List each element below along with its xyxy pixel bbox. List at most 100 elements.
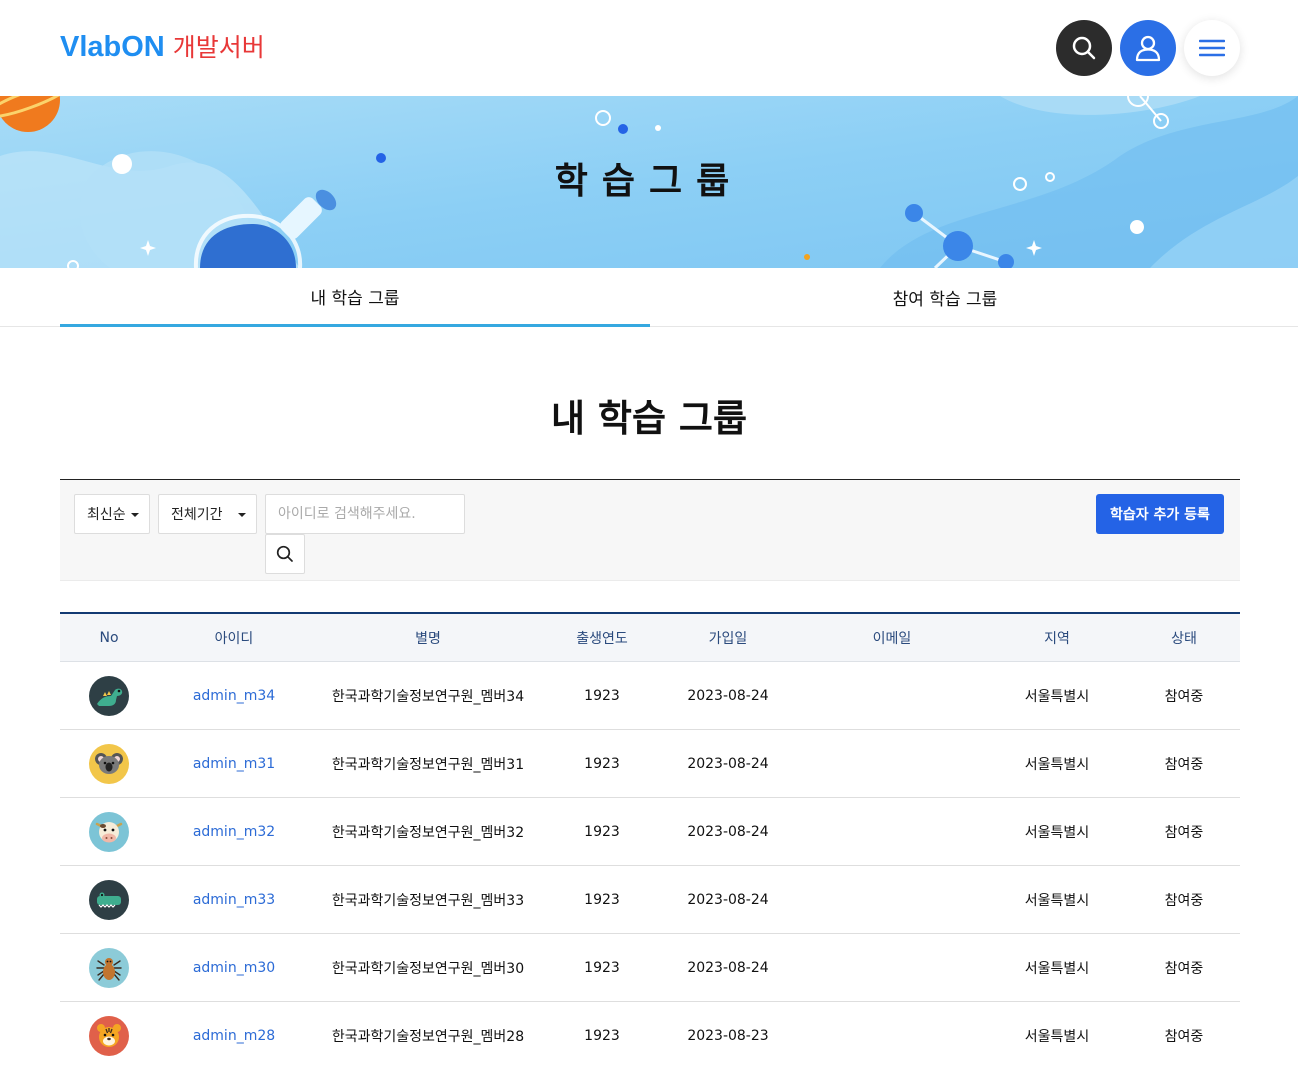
logo-brand: VlabON [60, 31, 165, 63]
site-logo[interactable]: VlabON 개발서버 [60, 28, 265, 64]
member-id-link[interactable]: admin_m28 [193, 1028, 275, 1044]
table-row[interactable]: admin_m30 한국과학기술정보연구원_멤버30 1923 2023-08-… [60, 934, 1240, 1002]
member-region: 서울특별시 [1024, 688, 1090, 705]
crocodile-icon [97, 892, 121, 908]
header-user-button[interactable] [1120, 20, 1176, 76]
member-join-date: 2023-08-24 [687, 959, 769, 976]
member-region: 서울특별시 [1024, 892, 1090, 909]
filter-bar: 최신순 전체기간 학습자 추가 등록 [60, 479, 1240, 581]
avatar-cell [60, 730, 158, 797]
avatar-cell [60, 866, 158, 933]
add-learner-button[interactable]: 학습자 추가 등록 [1096, 494, 1224, 534]
table-row[interactable]: admin_m33 한국과학기술정보연구원_멤버33 1923 2023-08-… [60, 866, 1240, 934]
member-birth-year: 1923 [584, 1027, 620, 1044]
member-region: 서울특별시 [1024, 1028, 1090, 1045]
cow-icon [95, 821, 123, 842]
site-header: VlabON 개발서버 [0, 0, 1298, 96]
member-id-link[interactable]: admin_m32 [193, 824, 275, 840]
header-search-button[interactable] [1056, 20, 1112, 76]
logo-server-label: 개발서버 [172, 33, 265, 62]
member-id-link[interactable]: admin_m33 [193, 892, 275, 908]
column-header-status: 상태 [1171, 630, 1197, 647]
column-header-email: 이메일 [872, 630, 912, 647]
member-email [798, 730, 986, 797]
hamburger-menu-icon [1199, 39, 1225, 57]
member-nickname: 한국과학기술정보연구원_멤버34 [331, 688, 525, 705]
sort-order-select[interactable]: 최신순 [74, 494, 150, 534]
member-email [798, 662, 986, 729]
member-status: 참여중 [1164, 1028, 1204, 1045]
member-region: 서울특별시 [1024, 824, 1090, 841]
member-join-date: 2023-08-24 [687, 823, 769, 840]
column-header-region: 지역 [1044, 630, 1070, 647]
column-header-id: 아이디 [214, 630, 254, 647]
member-nickname: 한국과학기술정보연구원_멤버33 [331, 892, 525, 909]
member-status: 참여중 [1164, 824, 1204, 841]
member-join-date: 2023-08-24 [687, 687, 769, 704]
table-row[interactable]: admin_m34 한국과학기술정보연구원_멤버34 1923 2023-08-… [60, 662, 1240, 730]
column-header-no: No [99, 629, 119, 646]
column-header-birth-year: 출생연도 [576, 630, 628, 647]
avatar [89, 743, 129, 784]
column-header-join-date: 가입일 [708, 630, 748, 647]
member-nickname: 한국과학기술정보연구원_멤버28 [331, 1028, 525, 1045]
table-row[interactable]: admin_m31 한국과학기술정보연구원_멤버31 1923 2023-08-… [60, 730, 1240, 798]
koala-icon [95, 752, 123, 774]
spider-icon [96, 957, 122, 981]
table-row[interactable]: admin_m28 한국과학기술정보연구원_멤버28 1923 2023-08-… [60, 1002, 1240, 1067]
member-id-link[interactable]: admin_m31 [193, 756, 275, 772]
banner-title: 학습그룹 [554, 161, 744, 202]
avatar-cell [60, 662, 158, 729]
period-value: 전체기간 [171, 507, 223, 523]
member-nickname: 한국과학기술정보연구원_멤버31 [331, 756, 525, 773]
member-status: 참여중 [1164, 892, 1204, 909]
table-header: No 아이디 별명 출생연도 가입일 이메일 지역 상태 [60, 614, 1240, 662]
tab-my-study-group[interactable]: 내 학습 그룹 [60, 268, 650, 327]
member-status: 참여중 [1164, 756, 1204, 773]
column-header-nickname: 별명 [415, 630, 441, 647]
header-menu-button[interactable] [1184, 20, 1240, 76]
avatar [89, 1015, 129, 1056]
id-search-input[interactable] [265, 494, 465, 534]
tiger-icon [97, 1023, 121, 1047]
avatar-cell [60, 798, 158, 865]
search-submit-button[interactable] [265, 534, 305, 574]
avatar-cell [60, 934, 158, 1001]
member-birth-year: 1923 [584, 687, 620, 704]
avatar [89, 811, 129, 852]
page-title: 내 학습 그룹 [551, 397, 747, 440]
avatar [89, 879, 129, 920]
search-icon [276, 545, 293, 562]
group-tabs: 내 학습 그룹 참여 학습 그룹 [0, 268, 1298, 327]
dinosaur-icon [97, 688, 123, 706]
member-nickname: 한국과학기술정보연구원_멤버30 [331, 960, 525, 977]
sort-order-value: 최신순 [87, 507, 126, 523]
period-select[interactable]: 전체기간 [158, 494, 257, 534]
member-email [798, 934, 986, 1001]
member-join-date: 2023-08-24 [687, 755, 769, 772]
avatar [89, 947, 129, 988]
tab-joined-study-group[interactable]: 참여 학습 그룹 [650, 268, 1240, 327]
page-banner: 학습그룹 [0, 96, 1298, 268]
member-join-date: 2023-08-23 [687, 1027, 769, 1044]
member-email [798, 798, 986, 865]
caret-down-icon [238, 513, 246, 517]
member-join-date: 2023-08-24 [687, 891, 769, 908]
member-birth-year: 1923 [584, 823, 620, 840]
member-email [798, 1002, 986, 1067]
search-icon [1072, 36, 1096, 60]
member-status: 참여중 [1164, 688, 1204, 705]
member-table: No 아이디 별명 출생연도 가입일 이메일 지역 상태 admin_m34 한… [60, 612, 1240, 1067]
member-id-link[interactable]: admin_m34 [193, 688, 275, 704]
member-birth-year: 1923 [584, 891, 620, 908]
avatar-cell [60, 1002, 158, 1067]
member-id-link[interactable]: admin_m30 [193, 960, 275, 976]
member-region: 서울특별시 [1024, 960, 1090, 977]
user-icon [1135, 35, 1161, 62]
member-birth-year: 1923 [584, 959, 620, 976]
member-nickname: 한국과학기술정보연구원_멤버32 [331, 824, 525, 841]
table-row[interactable]: admin_m32 한국과학기술정보연구원_멤버32 1923 2023-08-… [60, 798, 1240, 866]
member-region: 서울특별시 [1024, 756, 1090, 773]
member-email [798, 866, 986, 933]
avatar [89, 675, 129, 716]
